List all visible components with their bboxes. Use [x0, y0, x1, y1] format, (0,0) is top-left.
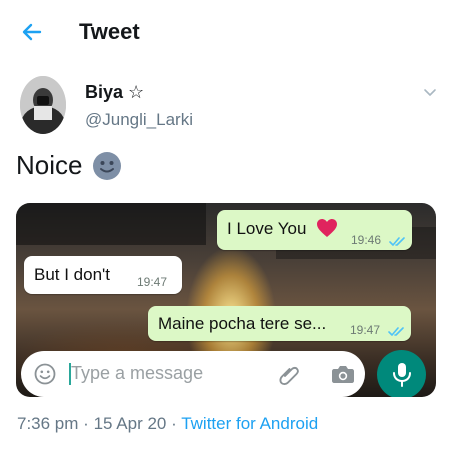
tweet-date: 15 Apr 20: [93, 414, 167, 433]
double-check-icon: [388, 324, 406, 336]
message-input[interactable]: Type a message: [71, 363, 203, 384]
message-text: I Love You: [227, 219, 307, 238]
message-input-bar[interactable]: Type a message: [21, 351, 365, 397]
mic-icon: [393, 363, 411, 387]
back-button[interactable]: [20, 20, 44, 44]
tweet-time: 7:36 pm: [17, 414, 79, 433]
tweet-options-button[interactable]: [422, 84, 438, 100]
tweet-header: Tweet: [0, 0, 450, 64]
name-symbol: ☆: [128, 82, 145, 102]
display-name-text: Biya: [85, 82, 124, 102]
camera-icon: [332, 366, 354, 383]
chat-bubble-outgoing: Maine pocha tere se... 19:47: [148, 306, 411, 341]
tweet-media-image[interactable]: I Love You 19:46 But I don't 19:47 Maine…: [16, 203, 436, 397]
double-check-icon: [389, 234, 407, 246]
meta-separator: ·: [83, 414, 89, 433]
heart-icon: [316, 218, 338, 238]
message-time: 19:47: [137, 275, 168, 289]
arrow-left-icon: [22, 23, 42, 41]
chat-bubble-outgoing: I Love You 19:46: [217, 210, 412, 250]
message-time: 19:46: [351, 233, 382, 247]
tweet-author: Biya ☆ @Jungli_Larki: [0, 72, 450, 136]
message-text: Maine pocha tere se...: [158, 314, 327, 333]
page-title: Tweet: [79, 19, 140, 44]
chevron-down-icon: [424, 89, 436, 96]
voice-record-button[interactable]: [377, 350, 426, 397]
author-handle[interactable]: @Jungli_Larki: [85, 110, 193, 130]
camera-button[interactable]: [331, 363, 355, 385]
message-time: 19:47: [350, 323, 381, 337]
slightly-smiling-face-icon: [92, 151, 122, 181]
tweet-text-content: Noice: [16, 150, 83, 180]
tweet-source-link[interactable]: Twitter for Android: [181, 414, 318, 433]
tweet-meta: 7:36 pm · 15 Apr 20 · Twitter for Androi…: [17, 414, 318, 434]
tweet-text: Noice: [16, 150, 122, 181]
emoji-icon: [34, 363, 56, 385]
emoji-button[interactable]: [34, 363, 56, 385]
attach-button[interactable]: [277, 362, 301, 386]
meta-separator: ·: [171, 414, 177, 433]
background-shadow: [16, 203, 206, 245]
author-display-name[interactable]: Biya ☆: [85, 82, 144, 103]
message-text: But I don't: [34, 265, 111, 284]
chat-bubble-incoming: But I don't 19:47: [24, 256, 182, 294]
paperclip-icon: [279, 366, 299, 386]
avatar[interactable]: [20, 76, 66, 134]
